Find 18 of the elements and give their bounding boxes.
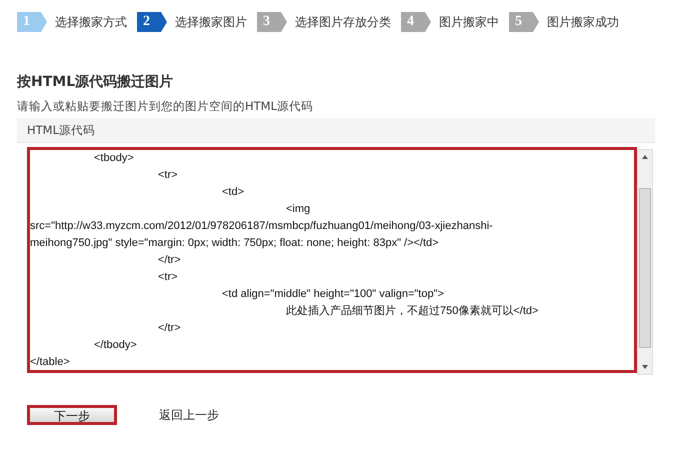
code-field[interactable]: <tbody> <tr> <td> <img src="http://w33.myzcm.com/2012/01/978206187/msmbcp/fuzhuang01/meihong/03-xjiezhanshi- meihong750.jpg" style="margin: 0px; width: 750px; float: none; height: 83px" /></td> </tr> <tr> <td align="middle" height="100" valign="top"> 此处插入产品细节图片，不超过750像素就可以</td> </tr> </tbody> </table> — [27, 147, 637, 373]
step-label: 选择搬家图片 — [175, 14, 247, 30]
instruction-text: 请输入或粘贴要搬迁图片到您的图片空间的HTML源代码 — [17, 99, 314, 114]
section-heading: 按HTML源代码搬迁图片 — [17, 73, 174, 91]
step-number: 3 — [257, 12, 287, 32]
step-label: 图片搬家成功 — [547, 14, 619, 30]
panel-title: HTML源代码 — [27, 122, 96, 138]
scrollbar[interactable] — [637, 149, 653, 375]
step-label: 图片搬家中 — [439, 14, 499, 30]
step-number: 2 — [137, 12, 167, 32]
step-label: 选择图片存放分类 — [295, 14, 391, 30]
step-number: 5 — [509, 12, 539, 32]
step-number: 4 — [401, 12, 431, 32]
next-button[interactable]: 下一步 — [27, 405, 117, 425]
step-label: 选择搬家方式 — [55, 14, 127, 30]
step-number: 1 — [17, 12, 47, 32]
back-link[interactable]: 返回上一步 — [159, 406, 219, 424]
scrollbar-thumb[interactable] — [639, 188, 651, 348]
